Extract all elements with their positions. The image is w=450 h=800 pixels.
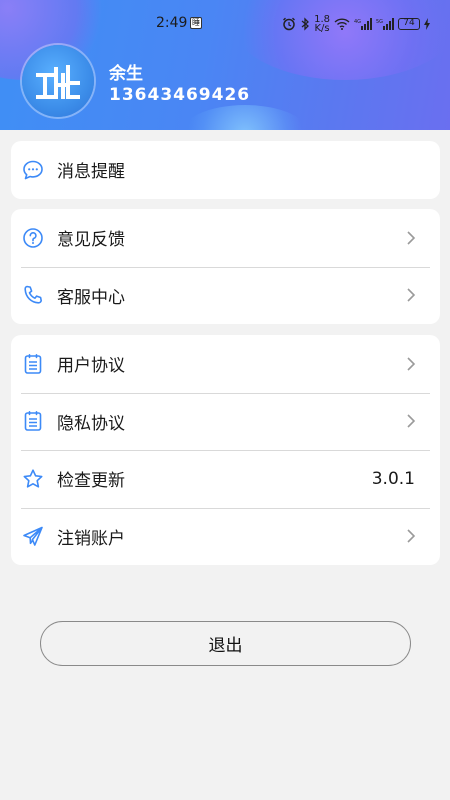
svg-text:5G: 5G <box>376 19 383 25</box>
status-bar: 2:49 睡 1.8 K/s 4G 5G 74 <box>0 12 450 36</box>
chevron-right-icon <box>407 357 416 371</box>
menu-item-check-update[interactable]: 检查更新 3.0.1 <box>11 450 440 508</box>
menu-item-delete-account[interactable]: 注销账户 <box>11 507 440 566</box>
signal-icon: 4G <box>354 18 372 30</box>
chevron-right-icon <box>407 529 416 543</box>
question-circle-icon <box>23 227 43 248</box>
menu-card-support: 意见反馈 客服中心 <box>11 209 440 324</box>
menu-item-user-agreement[interactable]: 用户协议 <box>11 335 440 393</box>
message-bubble-icon <box>23 160 43 180</box>
charging-icon <box>424 18 430 30</box>
document-icon <box>24 411 42 432</box>
network-speed-unit: K/s <box>314 23 330 34</box>
menu-item-customer-service[interactable]: 客服中心 <box>11 266 440 325</box>
app-notification-icon: 睡 <box>190 17 202 29</box>
battery-icon: 74 <box>398 18 420 30</box>
logout-button[interactable]: 退出 <box>40 621 411 666</box>
profile-header: 2:49 睡 1.8 K/s 4G 5G 74 余生 13643469426 <box>0 0 450 130</box>
phone-number: 13643469426 <box>109 85 251 105</box>
menu-item-label: 客服中心 <box>57 287 125 308</box>
menu-card-account: 用户协议 隐私协议 检查更新 3.0.1 注销账户 <box>11 335 440 565</box>
menu-card-messages: 消息提醒 <box>11 141 440 199</box>
network-speed: 1.8 K/s <box>314 15 330 34</box>
status-time: 2:49 <box>156 15 188 31</box>
wifi-icon <box>334 18 350 30</box>
menu-item-label: 隐私协议 <box>57 413 125 434</box>
menu-item-label: 检查更新 <box>57 471 125 492</box>
document-icon <box>24 353 42 374</box>
menu-item-label: 消息提醒 <box>57 162 125 183</box>
chevron-right-icon <box>407 231 416 245</box>
star-icon <box>23 469 43 488</box>
menu-item-label: 注销账户 <box>57 528 125 549</box>
header-decoration <box>180 105 310 130</box>
app-version: 3.0.1 <box>371 468 415 489</box>
svg-text:4G: 4G <box>354 19 361 25</box>
alarm-icon <box>283 17 296 31</box>
chevron-right-icon <box>407 414 416 428</box>
phone-icon <box>24 285 42 304</box>
paper-plane-icon <box>23 526 43 547</box>
avatar[interactable] <box>22 45 94 117</box>
status-icons: 1.8 K/s 4G 5G 74 <box>282 15 430 34</box>
signal-icon: 5G <box>376 18 394 30</box>
menu-item-label: 意见反馈 <box>57 230 125 251</box>
username: 余生 <box>109 64 143 84</box>
chevron-right-icon <box>407 288 416 302</box>
bluetooth-icon <box>301 17 310 31</box>
app-logo-icon <box>36 65 80 99</box>
menu-item-privacy-agreement[interactable]: 隐私协议 <box>11 392 440 451</box>
menu-item-label: 用户协议 <box>57 356 125 377</box>
menu-item-message-reminder[interactable]: 消息提醒 <box>11 141 440 199</box>
menu-item-feedback[interactable]: 意见反馈 <box>11 209 440 267</box>
